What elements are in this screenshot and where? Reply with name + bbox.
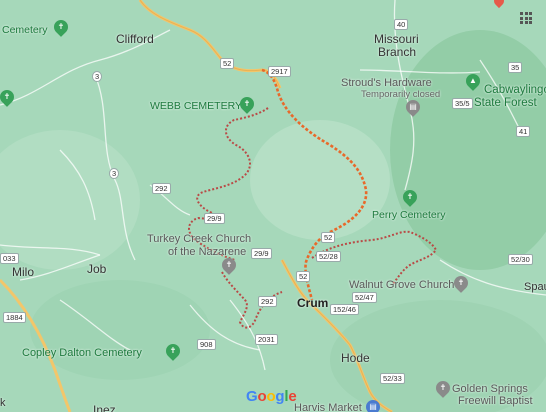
edge-letter-k: k [0,397,6,409]
church-pin-icon[interactable]: ✝ [433,378,453,398]
poi-turkey-creek-line2[interactable]: of the Nazarene [168,246,246,258]
poi-golden-springs-line2[interactable]: Freewill Baptist [458,395,533,407]
poi-turkey-creek-line1[interactable]: Turkey Creek Church [147,233,251,245]
route-shield-2031: 2031 [255,334,278,345]
route-shield-29-9: 29/9 [204,213,225,224]
church-pin-icon[interactable]: ✝ [451,273,471,293]
place-milo: Milo [12,265,35,279]
poi-copley-dalton-cemetery[interactable]: Copley Dalton Cemetery [22,347,142,359]
route-shield-033: 033 [0,253,19,264]
cemetery-pin-icon[interactable]: ✝ [400,187,420,207]
church-pin-icon[interactable]: ✝ [219,255,239,275]
poi-strouds-hardware[interactable]: Stroud's Hardware [341,77,432,89]
route-shield-35-5: 35/5 [452,98,473,109]
grid-icon[interactable] [520,12,532,24]
poi-walnut-grove-church[interactable]: Walnut Grove Church [349,279,454,291]
route-shield-292: 292 [152,183,171,194]
place-spaul: Spaul [524,281,546,293]
shop-pin-icon[interactable]: ▤ [403,97,423,117]
route-shield-52-47: 52/47 [352,292,377,303]
route-shield-35: 35 [508,62,523,73]
map-canvas[interactable]: Clifford Missouri Branch Milo Job Crum H… [0,0,546,412]
route-shield-29-9: 29/9 [251,248,272,259]
route-shield-52: 52 [220,58,235,69]
route-shield-52: 52 [321,232,336,243]
poi-cabwaylingo-line2[interactable]: State Forest [474,97,537,109]
poi-webb-cemetery[interactable]: WEBB CEMETERY [150,100,242,112]
poi-cabwaylingo-line1[interactable]: Cabwaylingo [484,84,546,96]
cemetery-pin-icon[interactable]: ✝ [51,17,71,37]
place-missouri-branch-line1: Missouri [374,32,419,46]
forest-pin-icon[interactable]: ▲ [463,71,483,91]
route-shield-152-46: 152/46 [330,304,359,315]
route-shield-40: 40 [394,19,409,30]
poi-harvis-market[interactable]: Harvis Market [294,402,362,412]
poi-strouds-status: Temporarily closed [361,89,441,100]
cemetery-pin-icon[interactable]: ✝ [237,94,257,114]
place-missouri-branch-line2: Branch [378,45,417,59]
route-shield-52-30: 52/30 [508,254,533,265]
place-job: Job [87,262,107,276]
route-shield-2917: 2917 [268,66,291,77]
place-crum: Crum [297,296,329,310]
route-shield-52-33: 52/33 [380,373,405,384]
place-inez: Inez [93,403,116,412]
route-shield-292: 292 [258,296,277,307]
route-shield-41: 41 [516,126,531,137]
route-shield-52-28: 52/28 [316,251,341,262]
poi-cemetery-top[interactable]: Cemetery [2,24,48,36]
route-shield-1884: 1884 [3,312,26,323]
shop-pin-icon[interactable]: ▤ [363,397,383,412]
google-logo: Google [246,388,297,405]
poi-golden-springs-line1[interactable]: Golden Springs [452,383,528,395]
route-shield-908: 908 [197,339,216,350]
place-clifford: Clifford [116,32,154,46]
poi-perry-cemetery[interactable]: Perry Cemetery [372,209,446,221]
route-shield-52: 52 [296,271,311,282]
place-hode: Hode [341,351,370,365]
cemetery-pin-icon[interactable]: ✝ [163,341,183,361]
